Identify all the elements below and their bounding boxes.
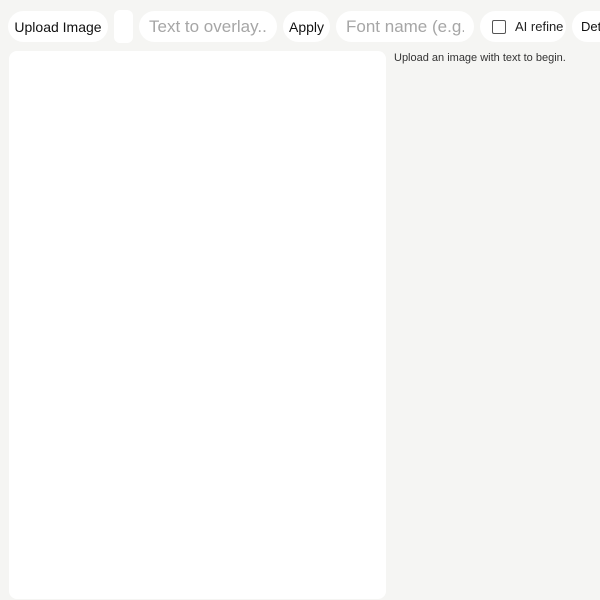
detect-button[interactable]: Detect [572, 11, 600, 42]
upload-image-button[interactable]: Upload Image [8, 11, 108, 42]
font-name-input[interactable] [336, 11, 474, 42]
status-message: Upload an image with text to begin. [394, 52, 566, 64]
ai-refine-toggle[interactable]: AI refine [480, 11, 566, 42]
color-swatch[interactable] [114, 10, 133, 43]
toolbar: Upload Image Apply AI refine Detect [8, 10, 600, 43]
ai-refine-checkbox[interactable] [492, 19, 506, 34]
ai-refine-label: AI refine [515, 19, 564, 34]
image-canvas-panel[interactable] [9, 51, 386, 599]
apply-button[interactable]: Apply [283, 11, 330, 42]
overlay-text-input[interactable] [139, 11, 277, 42]
